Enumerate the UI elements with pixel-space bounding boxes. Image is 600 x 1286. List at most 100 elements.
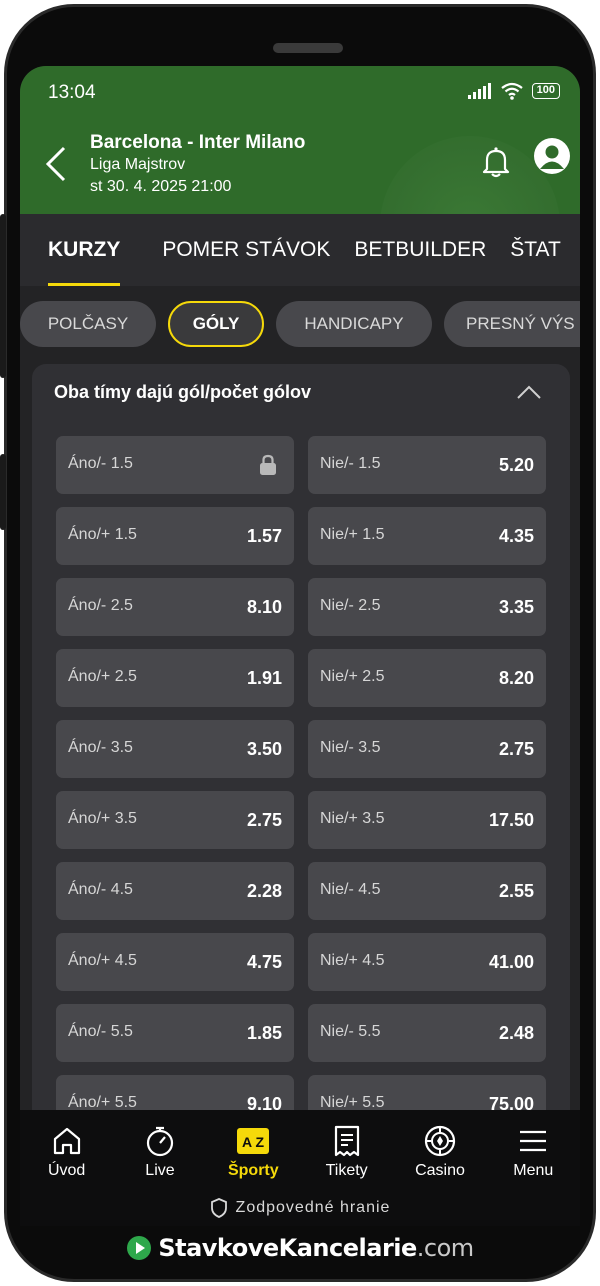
odds-value: 2.28 [246, 881, 282, 901]
odds-label: Nie/- 5.5 [320, 1023, 381, 1040]
tab-statistiky[interactable]: ŠTAT [510, 214, 561, 286]
tab-kurzy[interactable]: KURZY [48, 214, 121, 286]
stopwatch-icon [146, 1126, 174, 1157]
odds-label: Nie/- 4.5 [320, 881, 381, 898]
odds-button[interactable]: Nie/- 4.5 2.55 [308, 862, 546, 920]
category-chips: POLČASY GÓLY HANDICAPY PRESNÝ VÝS [20, 286, 580, 362]
odds-label: Nie/+ 1.5 [320, 526, 385, 543]
odds-label: Áno/- 4.5 [68, 881, 133, 898]
odds-label: Nie/+ 2.5 [320, 668, 385, 685]
odds-button[interactable]: Áno/+ 4.5 4.75 [56, 933, 294, 991]
odds-button[interactable]: Nie/+ 1.5 4.35 [308, 507, 546, 565]
chip-goly[interactable]: GÓLY [168, 301, 264, 347]
market-title: Oba tímy dajú gól/počet gólov [54, 382, 312, 402]
odds-value: 17.50 [488, 810, 534, 830]
odds-button[interactable]: Nie/- 5.5 2.48 [308, 1004, 546, 1062]
odds-value: 3.50 [246, 739, 282, 759]
nav-label: Tikety [325, 1162, 368, 1179]
back-arrow-icon[interactable] [44, 146, 68, 182]
bell-icon[interactable] [482, 146, 510, 178]
responsible-gaming-link[interactable]: Zodpovedné hranie [20, 1198, 580, 1218]
speaker [273, 43, 343, 53]
match-league: Liga Majstrov [90, 156, 186, 173]
odds-label: Áno/+ 2.5 [68, 668, 137, 685]
odds-value: 2.48 [498, 1023, 534, 1043]
match-date: st 30. 4. 2025 21:00 [90, 178, 232, 195]
nav-uvod[interactable]: Úvod [27, 1124, 107, 1180]
home-icon [53, 1127, 80, 1155]
signal-icon [467, 83, 491, 99]
odds-button[interactable]: Nie/- 1.5 5.20 [308, 436, 546, 494]
brand-name: StavkoveKancelarie.com [158, 1234, 474, 1262]
battery-indicator: 100 [531, 83, 560, 99]
chip-handicapy[interactable]: HANDICAPY [276, 301, 432, 347]
chevron-up-icon[interactable] [516, 384, 542, 400]
odds-button[interactable]: Áno/+ 3.5 2.75 [56, 791, 294, 849]
chip-presny-vysledok[interactable]: PRESNÝ VÝS [444, 301, 580, 347]
odds-button[interactable]: Áno/- 1.5 [56, 436, 294, 494]
odds-button[interactable]: Nie/- 3.5 2.75 [308, 720, 546, 778]
match-header: 13:04 100 Barcelona - Inter Milano Liga … [20, 66, 580, 214]
nav-label: Casino [415, 1162, 465, 1179]
side-button [0, 454, 6, 530]
lock-icon-wrapper [258, 454, 278, 481]
app-screen: 13:04 100 Barcelona - Inter Milano Liga … [20, 66, 580, 1226]
tab-pomer-stavok[interactable]: POMER STÁVOK [162, 214, 330, 286]
nav-sporty[interactable]: A Z Športy [213, 1124, 293, 1180]
odds-button[interactable]: Áno/- 5.5 1.85 [56, 1004, 294, 1062]
tab-betbuilder[interactable]: BETBUILDER [354, 214, 486, 286]
nav-label: Športy [227, 1162, 279, 1179]
side-button [0, 214, 6, 378]
odds-value: 2.75 [498, 739, 534, 759]
odds-button[interactable]: Nie/+ 4.5 41.00 [308, 933, 546, 991]
nav-tikety[interactable]: Tikety [307, 1124, 387, 1180]
odds-button[interactable]: Áno/- 4.5 2.28 [56, 862, 294, 920]
odds-value: 3.35 [498, 597, 534, 617]
chip-polcasy[interactable]: POLČASY [20, 301, 156, 347]
odds-button[interactable]: Áno/- 2.5 8.10 [56, 578, 294, 636]
odds-label: Nie/+ 3.5 [320, 810, 385, 827]
odds-button[interactable]: Nie/- 2.5 3.35 [308, 578, 546, 636]
odds-button[interactable]: Nie/+ 3.5 17.50 [308, 791, 546, 849]
bottom-navigation: Úvod Live A Z Športy Tikety Casino Menu … [20, 1110, 580, 1226]
odds-value: 4.35 [498, 526, 534, 546]
nav-casino[interactable]: Casino [400, 1124, 480, 1180]
responsible-gaming-label: Zodpovedné hranie [235, 1199, 391, 1216]
odds-value: 8.20 [498, 668, 534, 688]
odds-button[interactable]: Áno/+ 1.5 1.57 [56, 507, 294, 565]
play-logo-icon [127, 1236, 152, 1260]
status-icons: 100 [467, 82, 560, 100]
odds-label: Áno/- 2.5 [68, 597, 133, 614]
odds-value: 2.55 [498, 881, 534, 901]
hamburger-menu-icon [520, 1130, 547, 1152]
az-sports-icon: A Z [237, 1128, 270, 1154]
match-title: Barcelona - Inter Milano [90, 132, 306, 153]
odds-label: Nie/+ 4.5 [320, 952, 385, 969]
nav-live[interactable]: Live [120, 1124, 200, 1180]
nav-label: Menu [513, 1162, 554, 1179]
user-avatar[interactable] [534, 138, 570, 174]
market-card: Oba tímy dajú gól/počet gólov Áno/- 1.5 N… [32, 364, 570, 1226]
odds-value: 8.10 [246, 597, 282, 617]
nav-label: Úvod [47, 1162, 86, 1179]
odds-label: Áno/+ 4.5 [68, 952, 137, 969]
odds-button[interactable]: Áno/- 3.5 3.50 [56, 720, 294, 778]
svg-text:A Z: A Z [242, 1134, 264, 1150]
odds-value: 41.00 [488, 952, 534, 972]
odds-value: 1.57 [246, 526, 282, 546]
odds-label: Áno/- 5.5 [68, 1023, 133, 1040]
odds-value: 2.75 [246, 810, 282, 830]
odds-value: 1.85 [246, 1023, 282, 1043]
nav-menu[interactable]: Menu [493, 1124, 573, 1180]
odds-label: Áno/- 1.5 [68, 455, 133, 472]
shield-icon [210, 1198, 227, 1218]
market-tabs: KURZY POMER STÁVOK BETBUILDER ŠTAT [20, 214, 580, 286]
wifi-icon [500, 82, 523, 100]
status-time: 13:04 [48, 82, 96, 103]
football-background [380, 136, 560, 214]
casino-chip-icon [424, 1125, 456, 1157]
odds-value: 4.75 [246, 952, 282, 972]
odds-button[interactable]: Nie/+ 2.5 8.20 [308, 649, 546, 707]
odds-button[interactable]: Áno/+ 2.5 1.91 [56, 649, 294, 707]
ticket-icon [334, 1125, 359, 1157]
